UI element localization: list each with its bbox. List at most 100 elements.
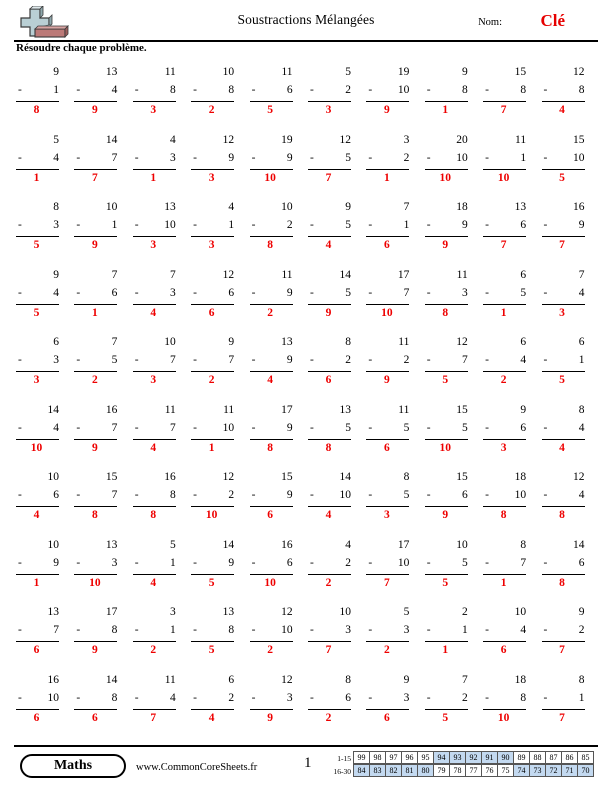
score-cell[interactable]: 73 [529,764,546,777]
answer-value[interactable]: 7 [540,644,585,656]
answer-value[interactable]: 6 [481,644,526,656]
score-cell[interactable]: 80 [417,764,434,777]
answer-value[interactable]: 10 [14,442,59,454]
answer-value[interactable]: 8 [131,509,176,521]
answer-value[interactable]: 9 [72,644,117,656]
score-cell[interactable]: 70 [577,764,594,777]
answer-value[interactable]: 1 [72,307,117,319]
answer-value[interactable]: 2 [131,644,176,656]
answer-value[interactable]: 6 [14,644,59,656]
answer-value[interactable]: 6 [364,239,409,251]
score-cell[interactable]: 79 [433,764,450,777]
answer-value[interactable]: 7 [540,712,585,724]
score-cell[interactable]: 84 [353,764,370,777]
answer-value[interactable]: 10 [72,577,117,589]
score-cell[interactable]: 76 [481,764,498,777]
answer-value[interactable]: 1 [14,172,59,184]
answer-value[interactable]: 2 [248,644,293,656]
answer-value[interactable]: 10 [248,577,293,589]
score-cell[interactable]: 92 [465,751,482,764]
answer-value[interactable]: 7 [481,239,526,251]
answer-value[interactable]: 2 [189,374,234,386]
score-cell[interactable]: 91 [481,751,498,764]
score-cell[interactable]: 82 [385,764,402,777]
answer-value[interactable]: 6 [364,712,409,724]
answer-value[interactable]: 5 [189,644,234,656]
answer-value[interactable]: 5 [14,307,59,319]
answer-value[interactable]: 3 [364,509,409,521]
score-cell[interactable]: 98 [369,751,386,764]
score-cell[interactable]: 83 [369,764,386,777]
answer-value[interactable]: 5 [248,104,293,116]
answer-value[interactable]: 2 [481,374,526,386]
answer-value[interactable]: 5 [423,712,468,724]
answer-value[interactable]: 3 [540,307,585,319]
answer-value[interactable]: 9 [364,374,409,386]
answer-value[interactable]: 1 [481,577,526,589]
answer-value[interactable]: 2 [72,374,117,386]
answer-value[interactable]: 5 [423,577,468,589]
answer-value[interactable]: 4 [540,442,585,454]
answer-value[interactable]: 8 [481,509,526,521]
answer-value[interactable]: 9 [248,712,293,724]
answer-value[interactable]: 9 [72,442,117,454]
answer-value[interactable]: 2 [364,644,409,656]
answer-value[interactable]: 8 [72,509,117,521]
answer-value[interactable]: 2 [306,577,351,589]
answer-value[interactable]: 7 [306,172,351,184]
answer-value[interactable]: 7 [364,577,409,589]
answer-value[interactable]: 4 [189,712,234,724]
score-cell[interactable]: 71 [561,764,578,777]
answer-value[interactable]: 6 [364,442,409,454]
score-cell[interactable]: 75 [497,764,514,777]
answer-value[interactable]: 7 [481,104,526,116]
answer-value[interactable]: 3 [189,172,234,184]
answer-value[interactable]: 6 [189,307,234,319]
answer-value[interactable]: 7 [540,239,585,251]
answer-value[interactable]: 10 [248,172,293,184]
answer-value[interactable]: 9 [364,104,409,116]
answer-value[interactable]: 3 [481,442,526,454]
answer-value[interactable]: 4 [131,442,176,454]
answer-value[interactable]: 4 [131,307,176,319]
score-cell[interactable]: 99 [353,751,370,764]
answer-value[interactable]: 5 [189,577,234,589]
answer-value[interactable]: 7 [306,644,351,656]
answer-value[interactable]: 5 [540,172,585,184]
score-cell[interactable]: 93 [449,751,466,764]
answer-value[interactable]: 3 [189,239,234,251]
score-cell[interactable]: 85 [577,751,594,764]
answer-value[interactable]: 4 [131,577,176,589]
answer-value[interactable]: 10 [189,509,234,521]
score-cell[interactable]: 88 [529,751,546,764]
answer-value[interactable]: 1 [189,442,234,454]
answer-value[interactable]: 3 [131,239,176,251]
score-cell[interactable]: 74 [513,764,530,777]
score-cell[interactable]: 78 [449,764,466,777]
answer-value[interactable]: 2 [248,307,293,319]
answer-value[interactable]: 8 [248,239,293,251]
answer-value[interactable]: 10 [481,172,526,184]
answer-value[interactable]: 3 [306,104,351,116]
answer-value[interactable]: 9 [72,104,117,116]
answer-value[interactable]: 8 [248,442,293,454]
score-cell[interactable]: 90 [497,751,514,764]
answer-value[interactable]: 1 [423,644,468,656]
answer-value[interactable]: 3 [131,374,176,386]
answer-value[interactable]: 10 [423,442,468,454]
answer-value[interactable]: 4 [540,104,585,116]
answer-value[interactable]: 1 [131,172,176,184]
answer-value[interactable]: 2 [306,712,351,724]
answer-value[interactable]: 1 [364,172,409,184]
answer-value[interactable]: 10 [423,172,468,184]
answer-value[interactable]: 7 [72,172,117,184]
answer-value[interactable]: 4 [306,509,351,521]
name-value[interactable]: Clé [540,11,565,31]
answer-value[interactable]: 6 [248,509,293,521]
score-cell[interactable]: 86 [561,751,578,764]
score-cell[interactable]: 81 [401,764,418,777]
answer-value[interactable]: 1 [423,104,468,116]
score-cell[interactable]: 94 [433,751,450,764]
answer-value[interactable]: 3 [14,374,59,386]
answer-value[interactable]: 5 [540,374,585,386]
